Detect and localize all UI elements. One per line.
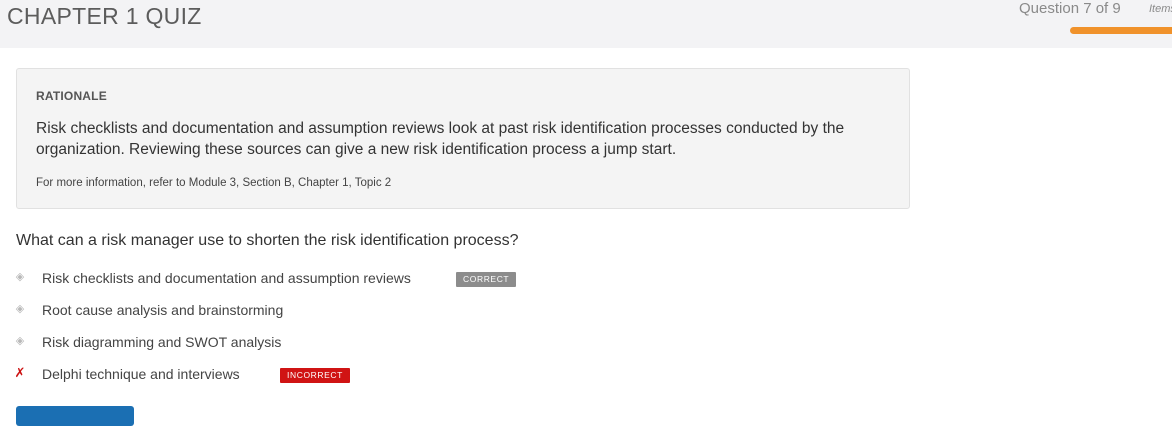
question-progress-label: Question 7 of 9 bbox=[1019, 0, 1121, 17]
answer-option: ◈ Risk diagramming and SWOT analysis bbox=[0, 332, 600, 354]
continue-button[interactable] bbox=[16, 406, 134, 426]
correct-badge: CORRECT bbox=[456, 272, 517, 287]
rationale-heading: RATIONALE bbox=[36, 89, 107, 103]
diamond-icon: ◈ bbox=[15, 271, 25, 283]
rationale-panel: RATIONALE Risk checklists and documentat… bbox=[16, 68, 910, 209]
answer-text: Risk checklists and documentation and as… bbox=[42, 270, 411, 286]
answer-text: Delphi technique and interviews bbox=[42, 366, 240, 382]
answer-text: Risk diagramming and SWOT analysis bbox=[42, 334, 282, 350]
items-link[interactable]: Items bbox=[1149, 3, 1172, 15]
diamond-icon: ◈ bbox=[15, 335, 25, 347]
progress-bar bbox=[1070, 27, 1172, 34]
x-icon: ✗ bbox=[14, 365, 26, 380]
answer-text: Root cause analysis and brainstorming bbox=[42, 302, 284, 318]
quiz-title: CHAPTER 1 QUIZ bbox=[7, 3, 202, 29]
incorrect-badge: INCORRECT bbox=[280, 368, 350, 383]
answer-option: ◈ Root cause analysis and brainstorming bbox=[0, 300, 600, 322]
answer-option: ◈ Risk checklists and documentation and … bbox=[0, 268, 600, 290]
quiz-header: CHAPTER 1 QUIZ Question 7 of 9 Items bbox=[0, 0, 1172, 48]
rationale-reference: For more information, refer to Module 3,… bbox=[36, 177, 392, 189]
answer-option: ✗ Delphi technique and interviews INCORR… bbox=[0, 364, 600, 386]
rationale-text: Risk checklists and documentation and as… bbox=[36, 120, 845, 158]
diamond-icon: ◈ bbox=[15, 303, 25, 315]
question-text: What can a risk manager use to shorten t… bbox=[16, 232, 519, 249]
